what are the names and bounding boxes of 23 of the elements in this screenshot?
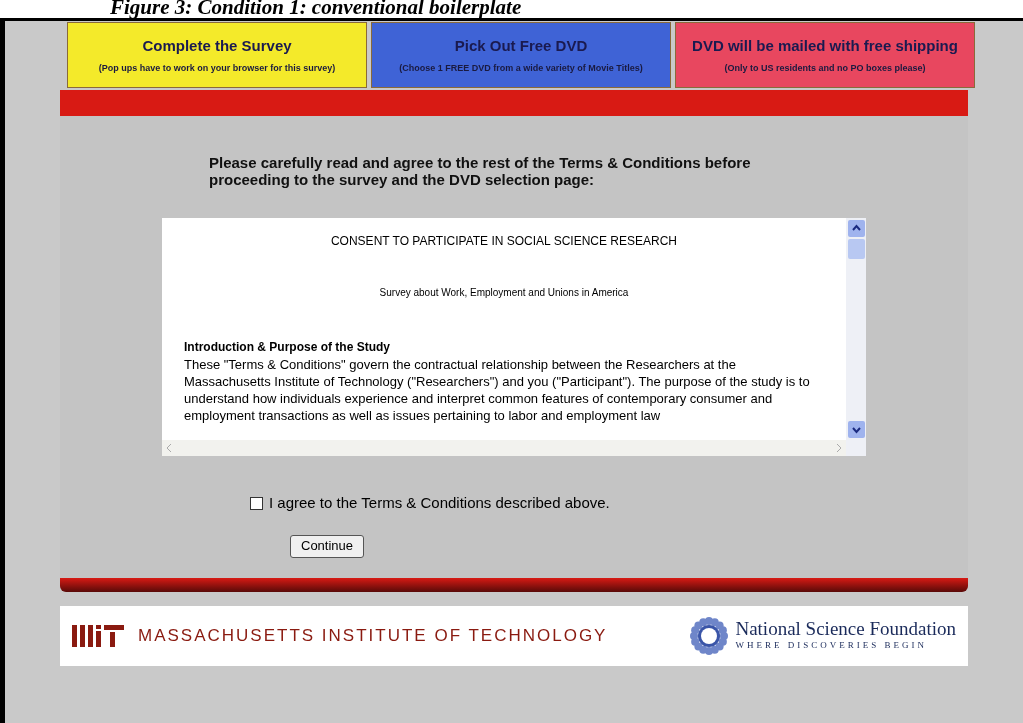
section-heading: Introduction & Purpose of the Study — [184, 339, 391, 356]
agree-label: I agree to the Terms & Conditions described above. — [269, 493, 610, 513]
instruction-text: Please carefully read and agree to the rest of the Terms & Conditions before proceeding to the survey and the DVD selection page: — [209, 154, 752, 188]
continue-button[interactable]: Continue — [290, 534, 365, 558]
terms-subtitle: Survey about Work, Employment and Unions in America — [378, 286, 630, 300]
nsf-tagline: WHERE DISCOVERIES BEGIN — [735, 638, 928, 652]
nsf-name: National Science Foundation — [735, 618, 956, 639]
agree-checkbox[interactable] — [250, 496, 263, 510]
globe-icon — [689, 615, 730, 656]
step-title: DVD will be mailed with free shipping — [692, 36, 958, 56]
mit-logo-icon — [72, 624, 124, 647]
step-subtitle: (Choose 1 FREE DVD from a wide variety of Movie Titles) — [399, 61, 643, 75]
step-subtitle: (Pop ups have to work on your browser for this survey) — [98, 61, 336, 75]
scroll-thumb[interactable] — [847, 239, 865, 259]
step-subtitle: (Only to US residents and no PO boxes please) — [724, 61, 926, 75]
horizontal-scrollbar[interactable] — [162, 440, 846, 456]
mit-name: MASSACHUSETTS INSTITUTE OF TECHNOLOGY — [138, 624, 608, 647]
terms-title: CONSENT TO PARTICIPATE IN SOCIAL SCIENCE RESEARCH — [329, 233, 679, 250]
step-title: Complete the Survey — [142, 36, 292, 56]
terms-paragraph: These "Terms & Conditions" govern the contractual relationship between the Researchers at the Massachusetts Institute of Technology ("Researchers") and you ("Participant"). The purpose of the study is to understand how individuals experience and interpret common features of contemporary consumer and employment transactions as well as issues pertaining to labor and employment law — [184, 356, 811, 424]
step-title: Pick Out Free DVD — [454, 36, 588, 56]
figure-caption: Figure 3: Condition 1: conventional boilerplate — [109, 0, 523, 18]
vertical-scrollbar[interactable] — [846, 218, 866, 456]
